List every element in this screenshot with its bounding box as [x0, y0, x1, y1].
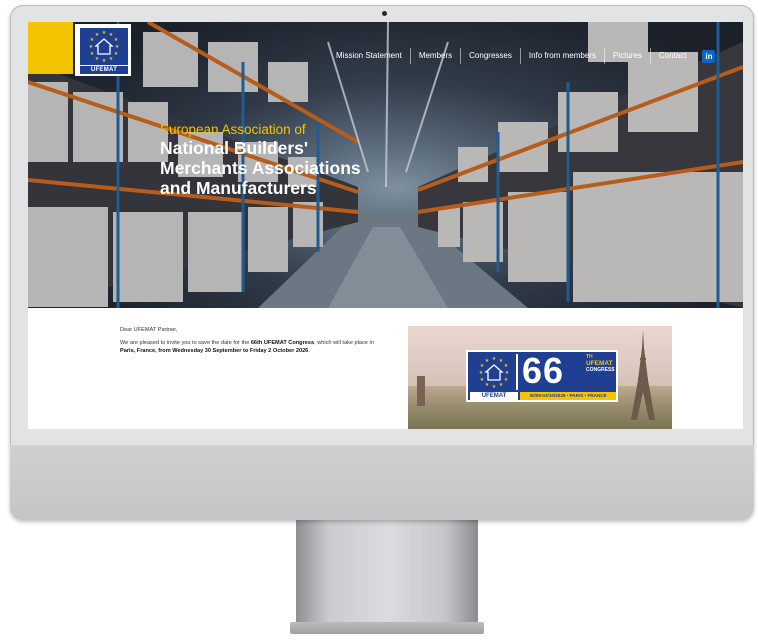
svg-text:★: ★: [480, 377, 485, 383]
badge-congress-label: CONGRESS: [586, 367, 615, 373]
svg-text:★: ★: [479, 370, 484, 376]
hero-subtitle: European Association of: [160, 122, 306, 137]
svg-text:★: ★: [114, 51, 119, 57]
svg-text:★: ★: [114, 37, 119, 43]
congress-banner[interactable]: ★ ★ ★ ★ ★ ★ ★ ★ ★ ★ ★ ★ UFEMAT 66 TH UFEMAT CONG…: [408, 326, 672, 429]
svg-text:★: ★: [115, 44, 120, 50]
linkedin-icon[interactable]: in: [702, 49, 716, 63]
nav-contact[interactable]: Contact: [649, 48, 695, 64]
content-section: Dear UFEMAT Partner, We are pleased to i…: [28, 308, 743, 429]
svg-text:★: ★: [102, 30, 107, 36]
svg-text:★: ★: [499, 382, 504, 388]
hero-section: ★ ★ ★ ★ ★ ★ ★ ★ ★ ★ ★ ★ UFEMAT Mission Statement…: [28, 22, 743, 308]
hero-heading: European Association of National Builder…: [160, 122, 420, 198]
svg-text:★: ★: [109, 56, 114, 62]
svg-text:★: ★: [90, 51, 95, 57]
nav-members[interactable]: Members: [409, 48, 460, 64]
invitation-letter: Dear UFEMAT Partner, We are pleased to i…: [120, 326, 390, 360]
congress-number: 66: [522, 350, 565, 391]
letter-text: .: [308, 348, 310, 354]
congress-name: 66th UFEMAT Congress: [250, 339, 315, 346]
nav-congresses[interactable]: Congresses: [460, 48, 520, 64]
ufemat-logo[interactable]: ★ ★ ★ ★ ★ ★ ★ ★ ★ ★ ★ ★ UFEMAT: [75, 24, 131, 76]
badge-org-label: UFEMAT: [470, 392, 518, 400]
eu-stars-house-emblem-icon: ★ ★ ★ ★ ★ ★ ★ ★ ★ ★ ★ ★: [470, 354, 518, 390]
letter-greeting: Dear UFEMAT Partner,: [120, 327, 178, 333]
svg-text:★: ★: [492, 356, 497, 362]
eiffel-tower-icon: [631, 330, 655, 420]
camera-icon: [382, 11, 387, 16]
congress-location-dates: Paris, France, from Wednesday 30 Septemb…: [120, 348, 309, 354]
letter-paragraph: We are pleased to invite you to save the…: [120, 339, 390, 356]
hero-title-line-3: and Manufacturers: [160, 178, 317, 198]
hero-title-line-1: National Builders': [160, 138, 309, 158]
congress-badge: ★ ★ ★ ★ ★ ★ ★ ★ ★ ★ ★ ★ UFEMAT 66 TH UFEMAT CONG…: [466, 350, 618, 402]
svg-text:★: ★: [102, 58, 107, 64]
svg-text:★: ★: [89, 44, 94, 50]
eu-stars-house-emblem-icon: ★ ★ ★ ★ ★ ★ ★ ★ ★ ★ ★ ★: [80, 28, 128, 65]
letter-text: , which will take place in: [314, 339, 374, 346]
svg-text:★: ★: [504, 377, 509, 383]
monitor-stand-base: [290, 622, 484, 634]
svg-text:★: ★: [504, 363, 509, 369]
hero-title-line-2: Merchants Associations: [160, 158, 361, 178]
building-silhouette: [417, 376, 425, 406]
brand-yellow-block: [28, 22, 73, 74]
imac-monitor: ★ ★ ★ ★ ★ ★ ★ ★ ★ ★ ★ ★ UFEMAT Mission Statement…: [10, 5, 754, 520]
badge-dateline: 30/09-02/10/2026 • PARIS • FRANCE: [520, 392, 616, 400]
nav-pictures[interactable]: Pictures: [603, 48, 650, 64]
monitor-stand-neck: [296, 516, 478, 628]
website-screen: ★ ★ ★ ★ ★ ★ ★ ★ ★ ★ ★ ★ UFEMAT Mission Statement…: [28, 22, 743, 429]
nav-mission-statement[interactable]: Mission Statement: [328, 48, 410, 64]
svg-text:★: ★: [485, 382, 490, 388]
svg-text:★: ★: [505, 370, 510, 376]
svg-text:★: ★: [492, 384, 497, 390]
monitor-chin: [10, 445, 754, 520]
nav-info-from-members[interactable]: Info from members: [519, 48, 604, 64]
main-navigation: Mission Statement Members Congresses Inf…: [328, 48, 716, 64]
badge-name: UFEMAT: [586, 360, 613, 367]
svg-text:★: ★: [485, 358, 490, 364]
svg-text:★: ★: [95, 32, 100, 38]
svg-text:★: ★: [95, 56, 100, 62]
letter-text: We are pleased to invite you to save the…: [120, 339, 251, 346]
logo-wordmark: UFEMAT: [80, 66, 128, 74]
